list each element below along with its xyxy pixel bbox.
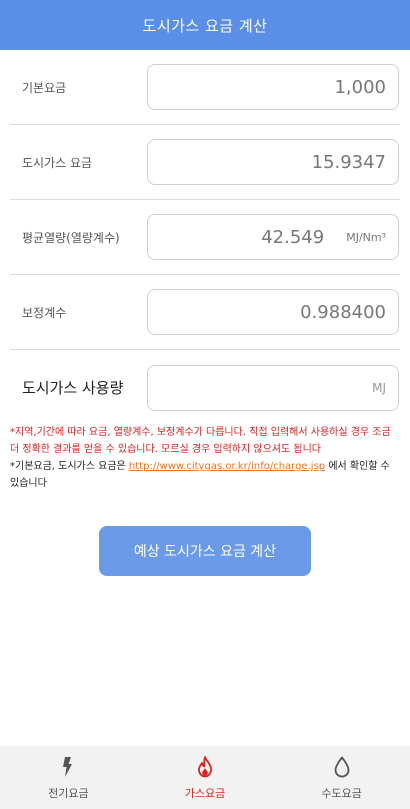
base-fee-value: 1,000 bbox=[334, 76, 386, 98]
correction-factor-row: 보정계수 0.988400 bbox=[10, 275, 400, 350]
app-header: 도시가스 요금 계산 bbox=[0, 0, 410, 50]
calorific-value-input[interactable]: 42.549 MJ/Nm³ bbox=[147, 214, 399, 260]
base-fee-input[interactable]: 1,000 bbox=[147, 64, 399, 110]
tab-water-label: 수도요금 bbox=[321, 786, 362, 800]
gas-rate-value: 15.9347 bbox=[311, 151, 386, 173]
gas-usage-input[interactable]: MJ bbox=[147, 364, 399, 411]
base-fee-row: 기본요금 1,000 bbox=[10, 50, 400, 125]
gas-usage-placeholder: MJ bbox=[372, 380, 386, 395]
gas-usage-row: 도시가스 사용량 MJ bbox=[10, 350, 400, 425]
tab-water[interactable]: 수도요금 bbox=[273, 746, 410, 809]
tab-electricity-label: 전기요금 bbox=[48, 786, 89, 800]
warning-note: *지역,기간에 따라 요금, 열량계수, 보정계수가 다릅니다. 직접 입력해서… bbox=[10, 427, 391, 455]
tab-gas[interactable]: 가스요금 bbox=[137, 746, 274, 809]
notes: *지역,기간에 따라 요금, 열량계수, 보정계수가 다릅니다. 직접 입력해서… bbox=[10, 424, 400, 492]
gas-rate-input[interactable]: 15.9347 bbox=[147, 139, 399, 185]
tab-electricity[interactable]: 전기요금 bbox=[0, 746, 137, 809]
correction-factor-input[interactable]: 0.988400 bbox=[147, 289, 399, 335]
calorific-value-row: 평균열량(열량계수) 42.549 MJ/Nm³ bbox=[10, 200, 400, 275]
water-drop-icon bbox=[334, 756, 350, 777]
calorific-value-label: 평균열량(열량계수) bbox=[22, 230, 120, 245]
gas-rate-row: 도시가스 요금 15.9347 bbox=[10, 125, 400, 200]
page-title: 도시가스 요금 계산 bbox=[142, 16, 268, 35]
lightning-icon bbox=[63, 756, 73, 777]
base-fee-label: 기본요금 bbox=[22, 80, 67, 95]
info-note-prefix: *기본요금, 도시가스 요금은 bbox=[10, 461, 129, 472]
info-note: *기본요금, 도시가스 요금은 http://www.citygas.or.kr… bbox=[10, 458, 400, 492]
gas-rate-label: 도시가스 요금 bbox=[22, 155, 93, 170]
charge-info-link[interactable]: http://www.citygas.or.kr/info/charge.jsp bbox=[129, 461, 325, 472]
calorific-value-value: 42.549 bbox=[261, 226, 325, 248]
gas-usage-label: 도시가스 사용량 bbox=[22, 379, 124, 397]
calorific-value-unit: MJ/Nm³ bbox=[346, 230, 386, 244]
tab-gas-label: 가스요금 bbox=[184, 786, 226, 800]
correction-factor-value: 0.988400 bbox=[300, 301, 386, 323]
bottom-nav: 전기요금 가스요금 수도요금 bbox=[0, 746, 410, 809]
correction-factor-label: 보정계수 bbox=[22, 305, 67, 320]
flame-icon bbox=[198, 755, 212, 777]
calculate-button[interactable]: 예상 도시가스 요금 계산 bbox=[99, 526, 311, 576]
input-form: 기본요금 1,000 도시가스 요금 15.9347 평균열량(열량계수) 42… bbox=[10, 50, 400, 425]
